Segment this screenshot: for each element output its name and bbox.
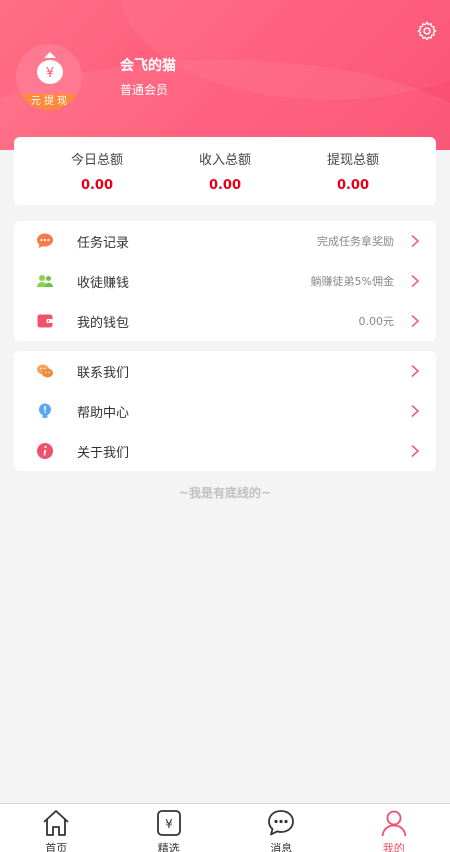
menu-card-info: 联系我们 帮助中心 关于我们 <box>14 351 436 471</box>
stat-label: 今日总额 <box>70 153 123 168</box>
tab-featured[interactable]: ¥ 精选 <box>113 804 226 852</box>
tab-mine[interactable]: 我的 <box>338 804 450 852</box>
end-of-list-note: ~我是有底线的~ <box>178 486 272 500</box>
info-icon <box>37 443 53 459</box>
tab-label: 精选 <box>157 842 180 852</box>
message-icon <box>268 810 295 836</box>
bulb-icon <box>39 403 51 418</box>
stat-withdraw: 提现总额 0.00 <box>298 149 408 193</box>
avatar-caption: 元 提 现 <box>16 94 82 110</box>
stat-income: 收入总额 0.00 <box>170 149 280 193</box>
tab-home[interactable]: 首页 <box>0 804 113 852</box>
profile-header: ¥ 元 提 现 会飞的猫 普通会员 <box>0 0 450 150</box>
menu-item-hint: 完成任务拿奖励 <box>317 235 394 248</box>
menu-item-wallet[interactable]: 我的钱包 0.00元 <box>14 301 436 341</box>
chevron-right-icon <box>411 444 420 458</box>
menu-item-hint: 0.00元 <box>358 315 395 328</box>
tab-messages[interactable]: 消息 <box>225 804 338 852</box>
chevron-right-icon <box>411 234 420 248</box>
member-level: 普通会员 <box>120 83 169 97</box>
menu-card-tasks: 任务记录 完成任务拿奖励 收徒赚钱 躺赚徒弟5%佣金 我的钱包 0.00元 <box>14 221 436 341</box>
stat-value: 0.00 <box>80 178 114 193</box>
gear-icon[interactable] <box>416 20 438 42</box>
home-icon <box>43 810 69 836</box>
menu-item-task-records[interactable]: 任务记录 完成任务拿奖励 <box>14 221 436 261</box>
stats-card: 今日总额 0.00 收入总额 0.00 提现总额 0.00 <box>14 137 436 205</box>
money-bag-icon: ¥ <box>37 52 63 84</box>
menu-item-label: 关于我们 <box>77 445 130 461</box>
tab-label: 我的 <box>382 842 405 852</box>
chevron-right-icon <box>411 274 420 288</box>
yuan-icon: ¥ <box>156 810 181 836</box>
stat-value: 0.00 <box>336 178 370 193</box>
menu-item-hint: 躺赚徒弟5%佣金 <box>310 275 394 288</box>
stat-today: 今日总额 0.00 <box>42 149 152 193</box>
menu-item-label: 任务记录 <box>77 235 130 251</box>
tab-label: 首页 <box>45 842 68 852</box>
menu-item-help[interactable]: 帮助中心 <box>14 391 436 431</box>
menu-item-label: 帮助中心 <box>77 405 130 421</box>
stat-label: 提现总额 <box>326 153 379 168</box>
stat-value: 0.00 <box>208 178 242 193</box>
chevron-right-icon <box>411 314 420 328</box>
avatar[interactable]: ¥ 元 提 现 <box>16 44 82 110</box>
users-icon <box>37 275 53 287</box>
menu-item-contact[interactable]: 联系我们 <box>14 351 436 391</box>
chevron-right-icon <box>411 404 420 418</box>
menu-item-label: 联系我们 <box>77 365 130 381</box>
user-icon <box>381 810 407 837</box>
svg-text:¥: ¥ <box>46 66 54 81</box>
chat-bubble-icon <box>37 233 53 248</box>
svg-text:¥: ¥ <box>165 817 173 831</box>
menu-item-about[interactable]: 关于我们 <box>14 431 436 471</box>
username: 会飞的猫 <box>120 58 176 74</box>
stat-label: 收入总额 <box>198 153 251 168</box>
menu-item-label: 收徒赚钱 <box>77 275 130 291</box>
menu-item-recruit[interactable]: 收徒赚钱 躺赚徒弟5%佣金 <box>14 261 436 301</box>
chevron-right-icon <box>411 364 420 378</box>
menu-item-label: 我的钱包 <box>77 315 130 331</box>
wallet-icon <box>37 314 53 328</box>
bottom-tab-bar: 首页 ¥ 精选 消息 我的 <box>0 803 450 852</box>
wechat-icon <box>37 364 53 378</box>
tab-label: 消息 <box>270 842 293 852</box>
